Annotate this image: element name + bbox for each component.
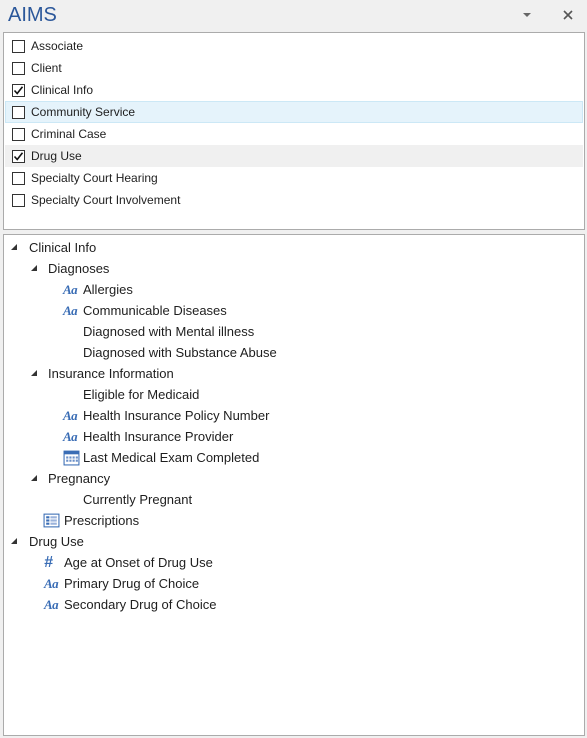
- text-field-icon: Aa: [63, 303, 78, 318]
- calendar-icon: [63, 450, 80, 466]
- text-field-icon: Aa: [44, 597, 59, 612]
- tree-leaf-label: Allergies: [83, 282, 133, 297]
- tree-node-label: Pregnancy: [48, 471, 111, 486]
- tree-leaf-label: Communicable Diseases: [83, 303, 227, 318]
- expanded-arrow-icon[interactable]: [10, 243, 18, 251]
- category-item-drug-use[interactable]: Drug Use: [5, 145, 583, 167]
- expanded-arrow-icon[interactable]: [30, 369, 38, 377]
- list-table-icon: [43, 513, 60, 528]
- category-label: Specialty Court Involvement: [31, 193, 181, 207]
- tree-node-insurance-information[interactable]: Insurance Information: [4, 364, 584, 385]
- category-item-specialty-court-involvement[interactable]: Specialty Court Involvement: [5, 189, 583, 211]
- tree-leaf-communicable-diseases[interactable]: Aa Communicable Diseases: [4, 301, 584, 322]
- checkbox[interactable]: [12, 128, 25, 141]
- category-label: Criminal Case: [31, 127, 107, 141]
- category-item-criminal-case[interactable]: Criminal Case: [5, 123, 583, 145]
- tree-leaf-label: Last Medical Exam Completed: [83, 450, 260, 465]
- tree-node-label: Drug Use: [29, 534, 84, 549]
- text-field-icon: Aa: [63, 408, 78, 423]
- text-field-icon: Aa: [63, 429, 78, 444]
- category-item-clinical-info[interactable]: Clinical Info: [5, 79, 583, 101]
- tree-leaf-label: Health Insurance Provider: [83, 429, 234, 444]
- category-item-client[interactable]: Client: [5, 57, 583, 79]
- tree-node-clinical-info[interactable]: Clinical Info: [4, 238, 584, 259]
- tree-leaf-diagnosed-substance-abuse[interactable]: Diagnosed with Substance Abuse: [4, 343, 584, 364]
- tree-node-pregnancy[interactable]: Pregnancy: [4, 469, 584, 490]
- tree-leaf-secondary-drug[interactable]: Aa Secondary Drug of Choice: [4, 595, 584, 616]
- tree-leaf-label: Currently Pregnant: [83, 492, 193, 507]
- tree-leaf-currently-pregnant[interactable]: Currently Pregnant: [4, 490, 584, 511]
- tree-leaf-allergies[interactable]: Aa Allergies: [4, 280, 584, 301]
- field-tree: Clinical Info Diagnoses Aa Allergies Aa …: [3, 234, 585, 736]
- chevron-down-icon[interactable]: [518, 6, 536, 24]
- number-field-icon: #: [44, 554, 53, 571]
- tree-leaf-label: Secondary Drug of Choice: [64, 597, 217, 612]
- category-checklist: Associate Client Clinical Info Community…: [3, 32, 585, 230]
- tree-leaf-prescriptions[interactable]: Prescriptions: [4, 511, 584, 532]
- tree-leaf-last-medical-exam-completed[interactable]: Last Medical Exam Completed: [4, 448, 584, 469]
- category-label: Community Service: [31, 105, 136, 119]
- checkbox[interactable]: [12, 62, 25, 75]
- category-item-specialty-court-hearing[interactable]: Specialty Court Hearing: [5, 167, 583, 189]
- text-field-icon: Aa: [44, 576, 59, 591]
- close-icon[interactable]: [559, 6, 577, 24]
- tree-node-drug-use[interactable]: Drug Use: [4, 532, 584, 553]
- text-field-icon: Aa: [63, 282, 78, 297]
- tree-leaf-health-insurance-provider[interactable]: Aa Health Insurance Provider: [4, 427, 584, 448]
- tree-node-label: Insurance Information: [48, 366, 174, 381]
- tree-leaf-label: Primary Drug of Choice: [64, 576, 200, 591]
- category-label: Specialty Court Hearing: [31, 171, 158, 185]
- category-item-community-service[interactable]: Community Service: [5, 101, 583, 123]
- category-label: Clinical Info: [31, 83, 94, 97]
- expanded-arrow-icon[interactable]: [10, 537, 18, 545]
- expanded-arrow-icon[interactable]: [30, 474, 38, 482]
- tree-leaf-eligible-for-medicaid[interactable]: Eligible for Medicaid: [4, 385, 584, 406]
- category-label: Drug Use: [31, 149, 82, 163]
- window-title: AIMS: [8, 4, 57, 26]
- tree-leaf-primary-drug[interactable]: Aa Primary Drug of Choice: [4, 574, 584, 595]
- checkbox-checked[interactable]: [12, 150, 25, 163]
- category-label: Associate: [31, 39, 84, 53]
- tree-node-label: Clinical Info: [29, 240, 97, 255]
- category-item-associate[interactable]: Associate: [5, 35, 583, 57]
- tree-leaf-label: Health Insurance Policy Number: [83, 408, 270, 423]
- tree-leaf-label: Diagnosed with Mental illness: [83, 324, 255, 339]
- tree-leaf-label: Diagnosed with Substance Abuse: [83, 345, 277, 360]
- expanded-arrow-icon[interactable]: [30, 264, 38, 272]
- tree-node-label: Diagnoses: [48, 261, 110, 276]
- tree-leaf-diagnosed-mental-illness[interactable]: Diagnosed with Mental illness: [4, 322, 584, 343]
- checkbox[interactable]: [12, 106, 25, 119]
- checkbox-checked[interactable]: [12, 84, 25, 97]
- checkbox[interactable]: [12, 172, 25, 185]
- checkbox[interactable]: [12, 194, 25, 207]
- tree-leaf-label: Age at Onset of Drug Use: [64, 555, 213, 570]
- category-label: Client: [31, 61, 62, 75]
- tree-node-diagnoses[interactable]: Diagnoses: [4, 259, 584, 280]
- tree-leaf-age-at-onset[interactable]: # Age at Onset of Drug Use: [4, 553, 584, 574]
- tree-leaf-label: Prescriptions: [64, 513, 140, 528]
- tree-leaf-health-insurance-policy-number[interactable]: Aa Health Insurance Policy Number: [4, 406, 584, 427]
- tree-leaf-label: Eligible for Medicaid: [83, 387, 200, 402]
- checkbox[interactable]: [12, 40, 25, 53]
- title-bar: AIMS: [0, 0, 587, 32]
